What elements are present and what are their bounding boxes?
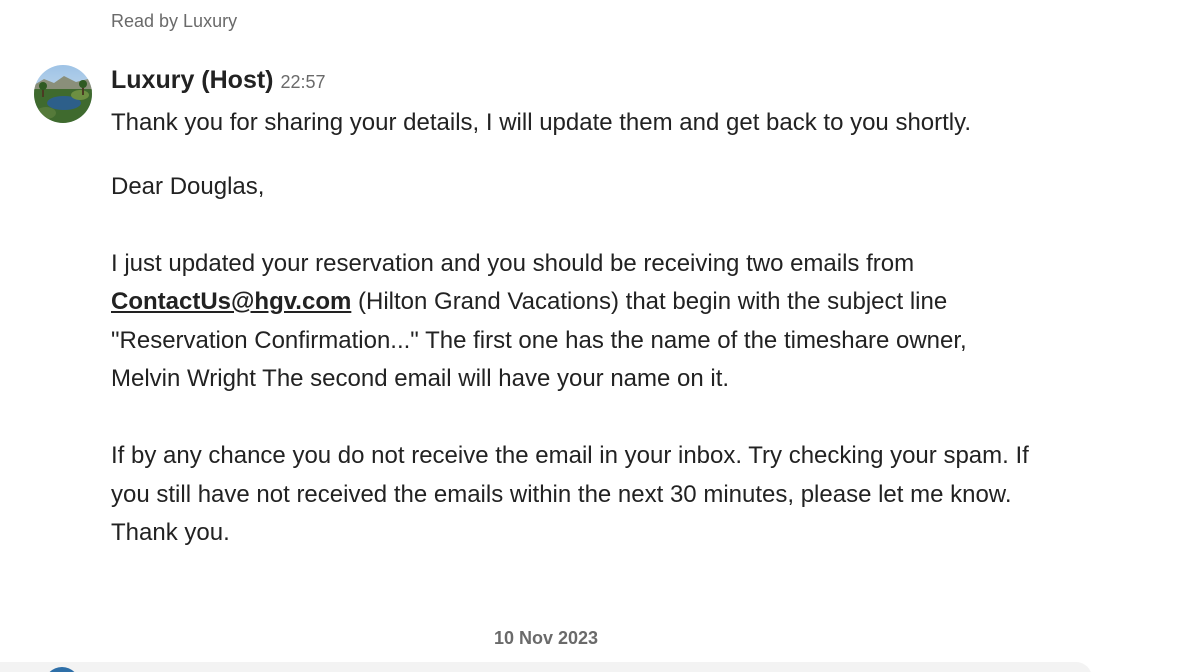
message-paragraph: I just updated your reservation and you … <box>111 245 1041 399</box>
host-avatar[interactable] <box>34 65 92 123</box>
message-body: Thank you for sharing your details, I wi… <box>111 104 1041 553</box>
paragraph-text: I just updated your reservation and you … <box>111 249 915 277</box>
message-thread: Read by Luxury Luxury (Host) 22:57 Thank… <box>0 0 1178 672</box>
message-time: 22:57 <box>280 72 326 92</box>
date-separator: 10 Nov 2023 <box>493 628 599 648</box>
next-message-card <box>0 662 1092 672</box>
sender-name: Luxury (Host) <box>111 66 274 94</box>
email-link[interactable]: ContactUs@hgv.com <box>111 288 351 315</box>
read-receipt: Read by Luxury <box>111 11 238 31</box>
message-line: Thank you for sharing your details, I wi… <box>111 109 972 136</box>
message-greeting: Dear Douglas, <box>111 172 265 200</box>
message-header: Luxury (Host) 22:57 <box>111 66 326 95</box>
message-paragraph: If by any chance you do not receive the … <box>111 442 1029 546</box>
